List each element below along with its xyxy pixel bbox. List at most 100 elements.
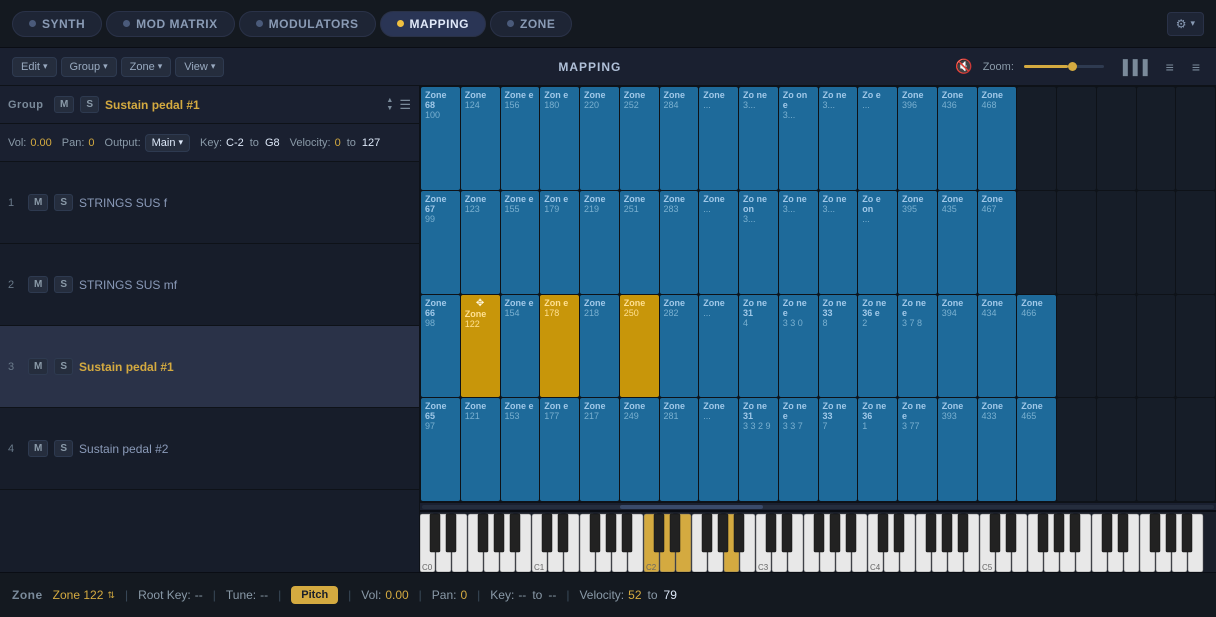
zone-cell[interactable]: Zone282 xyxy=(660,295,699,398)
row-3-m[interactable]: M xyxy=(28,358,48,375)
zone-cell[interactable]: Zone283 xyxy=(660,191,699,294)
zone-cell[interactable]: Zo e... xyxy=(858,87,897,190)
pitch-button[interactable]: Pitch xyxy=(291,586,338,604)
zone-cell[interactable]: Zone123 xyxy=(461,191,500,294)
zone-cell[interactable]: Zone 6597 xyxy=(421,398,460,501)
zone-cell[interactable]: Zone e156 xyxy=(501,87,540,190)
zone-cell[interactable]: Zo on e3... xyxy=(779,87,818,190)
zone-cell[interactable] xyxy=(1137,295,1176,398)
zone-cell[interactable]: Zone433 xyxy=(978,398,1017,501)
settings-button[interactable]: ⚙ ▾ xyxy=(1167,12,1204,36)
row-2-s[interactable]: S xyxy=(54,276,73,293)
zone-cell[interactable]: Zone281 xyxy=(660,398,699,501)
group-row-3[interactable]: 3 M S Sustain pedal #1 xyxy=(0,326,419,408)
edit-button[interactable]: Edit ▾ xyxy=(12,57,57,77)
status-vol-value[interactable]: 0.00 xyxy=(385,588,408,602)
zone-cell[interactable]: Zo e on... xyxy=(858,191,897,294)
vel-from-value[interactable]: 0 xyxy=(335,137,341,149)
zone-cell[interactable] xyxy=(1057,398,1096,501)
zone-cell[interactable]: Zone... xyxy=(699,398,738,501)
zone-cell[interactable]: Zone468 xyxy=(978,87,1017,190)
grid-view-icon[interactable]: ≡ xyxy=(1162,57,1178,77)
group-button[interactable]: Group ▾ xyxy=(61,57,117,77)
zoom-thumb[interactable] xyxy=(1068,62,1077,71)
zone-cell[interactable] xyxy=(1017,87,1056,190)
zone-cell[interactable]: Zone218 xyxy=(580,295,619,398)
zone-cell[interactable]: Zo ne on3... xyxy=(739,191,778,294)
zone-cell[interactable]: Zo ne e3 3 0 xyxy=(779,295,818,398)
group-row-1[interactable]: 1 M S STRINGS SUS f xyxy=(0,162,419,244)
zone-cell[interactable]: Zone e155 xyxy=(501,191,540,294)
group-row-4[interactable]: 4 M S Sustain pedal #2 xyxy=(0,408,419,490)
vel-to-value[interactable]: 127 xyxy=(362,137,380,149)
zone-cell[interactable]: Zone284 xyxy=(660,87,699,190)
zone-cell[interactable]: Zo ne 338 xyxy=(819,295,858,398)
list-view-icon[interactable]: ≡ xyxy=(1188,57,1204,77)
group-m-button[interactable]: M xyxy=(54,96,74,113)
zones-area[interactable]: Zone 68100Zone124Zone e156Zon e180Zone22… xyxy=(420,86,1216,502)
zoom-slider[interactable] xyxy=(1024,65,1104,68)
zone-cell[interactable]: Zone466 xyxy=(1017,295,1056,398)
zone-cell[interactable]: ✥Zone122 xyxy=(461,295,500,398)
zone-cell[interactable]: Zone e154 xyxy=(501,295,540,398)
zone-cell[interactable]: Zone249 xyxy=(620,398,659,501)
zone-cell[interactable]: Zone435 xyxy=(938,191,977,294)
zone-cell[interactable]: Zo ne e3 77 xyxy=(898,398,937,501)
zone-cell[interactable]: Zon e177 xyxy=(540,398,579,501)
zone-cell[interactable]: Zone... xyxy=(699,295,738,398)
zone-cell[interactable] xyxy=(1017,191,1056,294)
zone-cell[interactable]: Zo ne3... xyxy=(779,191,818,294)
key-from-value[interactable]: C-2 xyxy=(226,137,244,149)
row-4-m[interactable]: M xyxy=(28,440,48,457)
zone-cell[interactable]: Zone393 xyxy=(938,398,977,501)
zone-cell[interactable]: Zone465 xyxy=(1017,398,1056,501)
view-button[interactable]: View ▾ xyxy=(175,57,224,77)
key-to-value[interactable]: G8 xyxy=(265,137,280,149)
zone-cell[interactable]: Zone... xyxy=(699,87,738,190)
zone-cell[interactable]: Zone395 xyxy=(898,191,937,294)
zone-cell[interactable] xyxy=(1057,191,1096,294)
zone-cell[interactable]: Zo ne e3 7 8 xyxy=(898,295,937,398)
zone-cell[interactable] xyxy=(1057,87,1096,190)
bar-chart-icon[interactable]: ▐▐▐ xyxy=(1114,57,1152,77)
group-row-2[interactable]: 2 M S STRINGS SUS mf xyxy=(0,244,419,326)
zone-cell[interactable] xyxy=(1137,398,1176,501)
zone-cell[interactable]: Zone434 xyxy=(978,295,1017,398)
zone-cell[interactable]: Zone 68100 xyxy=(421,87,460,190)
pan-value[interactable]: 0 xyxy=(88,137,94,149)
zone-cell[interactable]: Zone252 xyxy=(620,87,659,190)
zone-cell[interactable]: Zone396 xyxy=(898,87,937,190)
zone-cell[interactable]: Zone 6799 xyxy=(421,191,460,294)
tune-value[interactable]: -- xyxy=(260,588,268,602)
zone-cell[interactable]: Zon e179 xyxy=(540,191,579,294)
nav-tab-mod-matrix[interactable]: MOD MATRIX xyxy=(106,11,234,37)
zone-cell[interactable]: Zone394 xyxy=(938,295,977,398)
zone-cell[interactable]: Zo ne 36 e2 xyxy=(858,295,897,398)
zone-cell[interactable]: Zone219 xyxy=(580,191,619,294)
nav-tab-modulators[interactable]: MODULATORS xyxy=(239,11,376,37)
zone-cell[interactable] xyxy=(1097,191,1136,294)
zone-cell[interactable]: Zone467 xyxy=(978,191,1017,294)
zone-cell[interactable] xyxy=(1176,295,1215,398)
status-pan-value[interactable]: 0 xyxy=(460,588,467,602)
zone-cell[interactable] xyxy=(1176,398,1215,501)
status-key-to[interactable]: -- xyxy=(548,588,556,602)
group-sort-arrows[interactable]: ▲ ▼ xyxy=(386,97,393,112)
zone-cell[interactable]: Zo ne3... xyxy=(819,87,858,190)
zone-cell[interactable] xyxy=(1097,87,1136,190)
zone-cell[interactable]: Zone... xyxy=(699,191,738,294)
hscroll-thumb[interactable] xyxy=(620,505,763,509)
status-key-from[interactable]: -- xyxy=(518,588,526,602)
zone-cell[interactable]: Zo ne 361 xyxy=(858,398,897,501)
zone-cell[interactable]: Zone e153 xyxy=(501,398,540,501)
zone-cell[interactable]: Zo ne 314 xyxy=(739,295,778,398)
zone-cell[interactable]: Zone217 xyxy=(580,398,619,501)
zone-selector[interactable]: Zone 122 ⇅ xyxy=(53,588,115,602)
row-3-s[interactable]: S xyxy=(54,358,73,375)
zone-cell[interactable]: Zone220 xyxy=(580,87,619,190)
zone-cell[interactable]: Zon e178 xyxy=(540,295,579,398)
nav-tab-zone[interactable]: ZONE xyxy=(490,11,572,37)
zone-cell[interactable] xyxy=(1097,398,1136,501)
nav-tab-synth[interactable]: SYNTH xyxy=(12,11,102,37)
row-1-s[interactable]: S xyxy=(54,194,73,211)
